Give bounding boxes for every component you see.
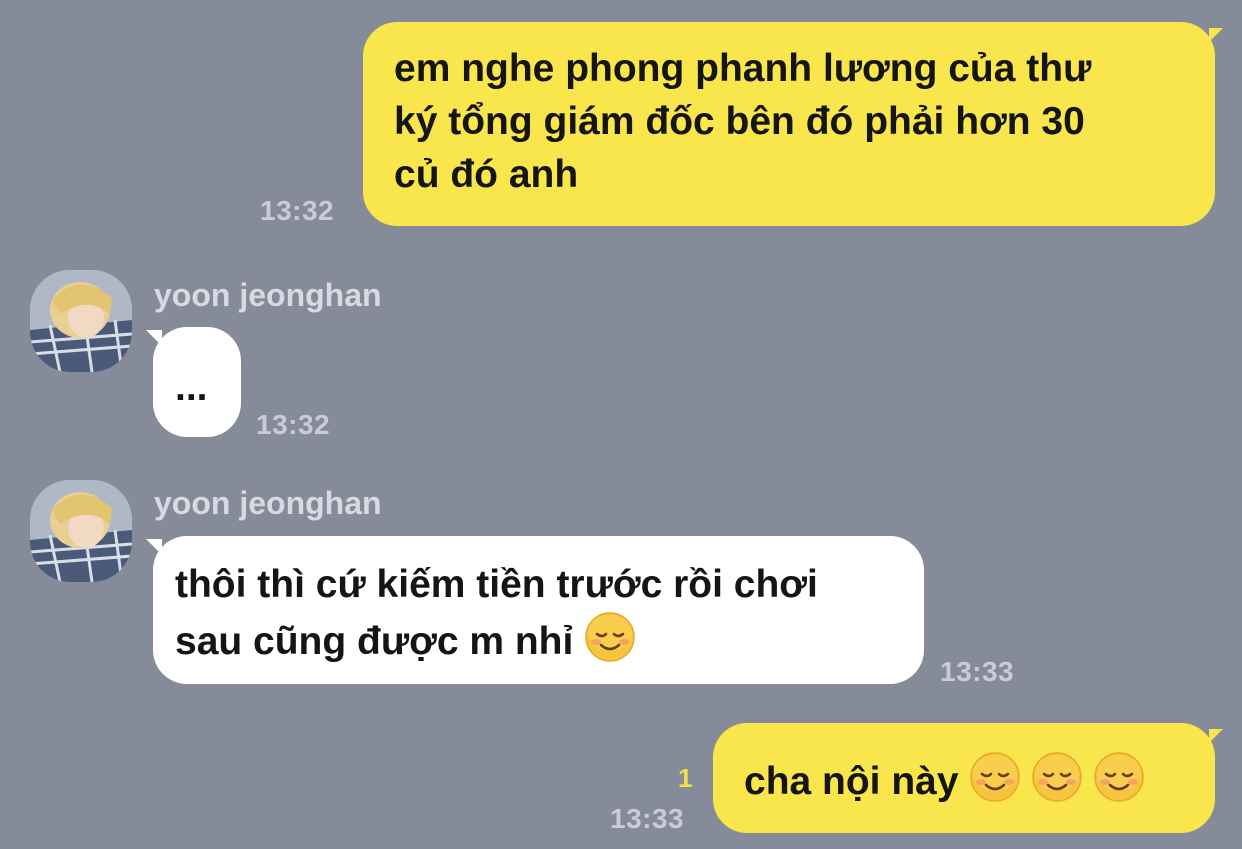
message-timestamp: 13:32 (260, 195, 335, 226)
message-text-line-2: sau cũng được m nhỉ (175, 620, 585, 663)
bubble-tail (1209, 729, 1223, 743)
message-bubble[interactable]: thôi thì cứ kiếm tiền trước rồi chơi sau… (153, 536, 924, 684)
bubble-tail (1209, 28, 1223, 42)
message-timestamp: 13:33 (610, 803, 685, 834)
smiling-face-emoji-icon (970, 752, 1021, 802)
message-text: em nghe phong phanh lương của thư ký tổn… (394, 47, 1092, 196)
message-line-2: sau cũng được m nhỉ (175, 611, 904, 668)
smiling-face-emoji-icon (1094, 752, 1145, 802)
smiling-face-emoji-icon (585, 612, 635, 662)
message-text: cha nội này (744, 760, 970, 803)
avatar[interactable] (30, 270, 132, 372)
unread-count: 1 (678, 763, 693, 793)
sender-name: yoon jeonghan (154, 485, 382, 521)
smiling-face-emoji-icon (1032, 752, 1083, 802)
avatar[interactable] (30, 480, 132, 582)
message-bubble[interactable]: ... (153, 327, 241, 437)
sender-name: yoon jeonghan (154, 277, 382, 313)
avatar-image (30, 480, 132, 582)
avatar-image (30, 270, 132, 372)
message-bubble[interactable]: em nghe phong phanh lương của thư ký tổn… (363, 22, 1215, 226)
message-timestamp: 13:32 (256, 409, 331, 440)
message-bubble[interactable]: cha nội này (713, 723, 1215, 833)
message-text-line-1: thôi thì cứ kiếm tiền trước rồi chơi (175, 563, 818, 606)
message-timestamp: 13:33 (940, 656, 1015, 687)
message-text: ... (175, 366, 208, 409)
